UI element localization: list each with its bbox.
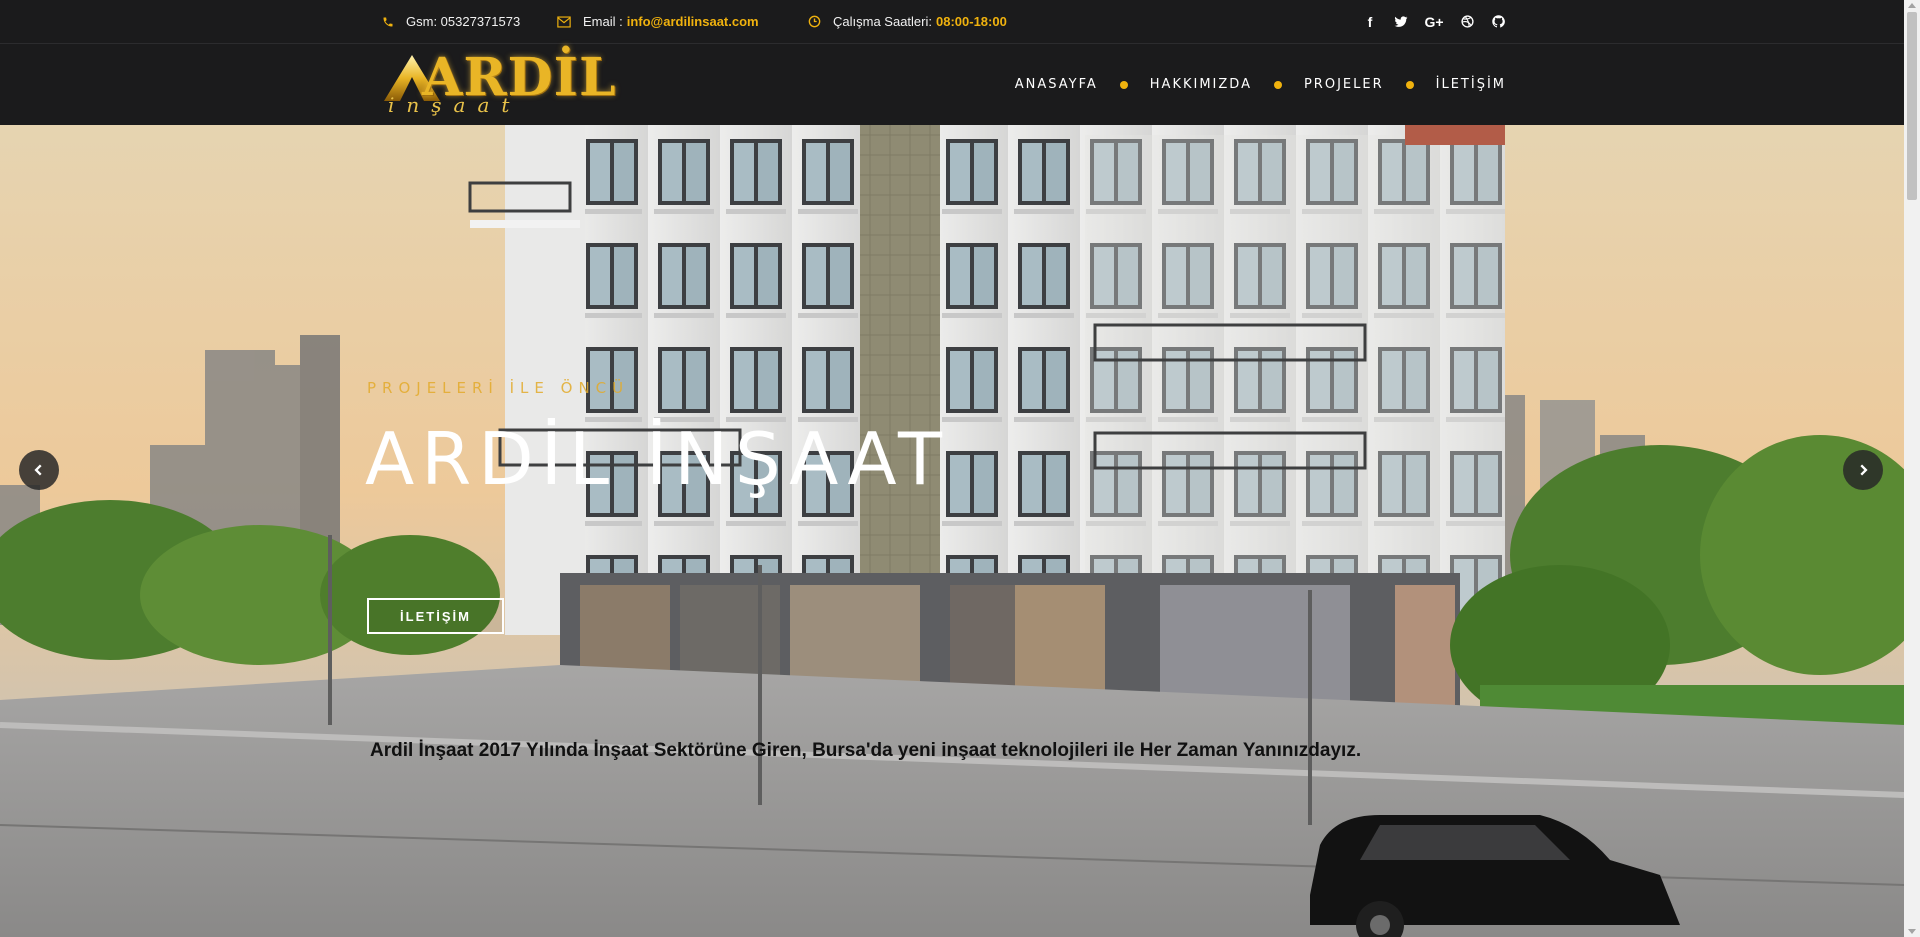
logo-sub: inşaat xyxy=(388,93,522,117)
hours-value: 08:00-18:00 xyxy=(935,14,1007,29)
scroll-up-icon[interactable] xyxy=(1908,3,1916,8)
nav-separator-dot xyxy=(1119,80,1128,89)
hours-info: Çalışma Saatleri: 08:00-18:00 xyxy=(808,0,1007,43)
hero-eyebrow: PROJELERİ İLE ÖNCÜ xyxy=(367,379,630,397)
scroll-down-icon[interactable] xyxy=(1908,929,1916,934)
hours-prefix: Çalışma Saatleri: xyxy=(833,14,932,29)
github-icon[interactable] xyxy=(1490,15,1506,28)
ardil-logo[interactable]: ARDİL inşaat xyxy=(384,47,616,127)
facebook-icon[interactable]: f xyxy=(1362,14,1378,30)
clock-icon xyxy=(808,15,821,28)
hero-title: ARDİL İNŞAAT xyxy=(365,417,949,501)
phone-icon xyxy=(382,16,394,28)
social-links: f G+ xyxy=(1362,0,1506,43)
chevron-right-icon xyxy=(1860,464,1868,476)
nav-item-anasayfa[interactable]: ANASAYFA xyxy=(1015,77,1098,92)
nav-separator-dot xyxy=(1273,80,1282,89)
phone-info: Gsm: 05327371573 xyxy=(382,0,520,43)
scrollbar-thumb[interactable] xyxy=(1907,12,1917,200)
envelope-icon xyxy=(557,15,571,28)
nav-item-hakkimizda[interactable]: HAKKIMIZDA xyxy=(1150,77,1252,92)
hero-slider: PROJELERİ İLE ÖNCÜ ARDİL İNŞAAT İLETİŞİM… xyxy=(0,125,1904,937)
top-info-bar: Gsm: 05327371573 Email : info@ardilinsaa… xyxy=(0,0,1904,44)
slider-prev-button[interactable] xyxy=(19,450,59,490)
slider-next-button[interactable] xyxy=(1843,450,1883,490)
hero-description: Ardil İnşaat 2017 Yılında İnşaat Sektörü… xyxy=(370,740,1362,761)
nav-separator-dot xyxy=(1405,80,1414,89)
email-info: Email : info@ardilinsaat.com xyxy=(557,0,759,43)
hero-contact-button[interactable]: İLETİŞİM xyxy=(367,598,504,634)
phone-text: Gsm: 05327371573 xyxy=(406,14,521,29)
twitter-icon[interactable] xyxy=(1393,15,1409,28)
email-link[interactable]: info@ardilinsaat.com xyxy=(627,14,759,29)
main-menu: ANASAYFA HAKKIMIZDA PROJELER İLETİŞİM xyxy=(1015,44,1506,125)
email-prefix: Email : xyxy=(583,14,623,29)
dribbble-icon[interactable] xyxy=(1459,15,1475,28)
chevron-left-icon xyxy=(34,464,42,476)
hero-building-image xyxy=(0,125,1904,937)
nav-item-projeler[interactable]: PROJELER xyxy=(1304,77,1384,92)
nav-item-iletisim[interactable]: İLETİŞİM xyxy=(1436,77,1506,92)
page-scrollbar[interactable] xyxy=(1904,0,1920,937)
google-plus-icon[interactable]: G+ xyxy=(1424,14,1444,30)
main-navbar: ARDİL inşaat ANASAYFA HAKKIMIZDA PROJELE… xyxy=(0,44,1904,125)
